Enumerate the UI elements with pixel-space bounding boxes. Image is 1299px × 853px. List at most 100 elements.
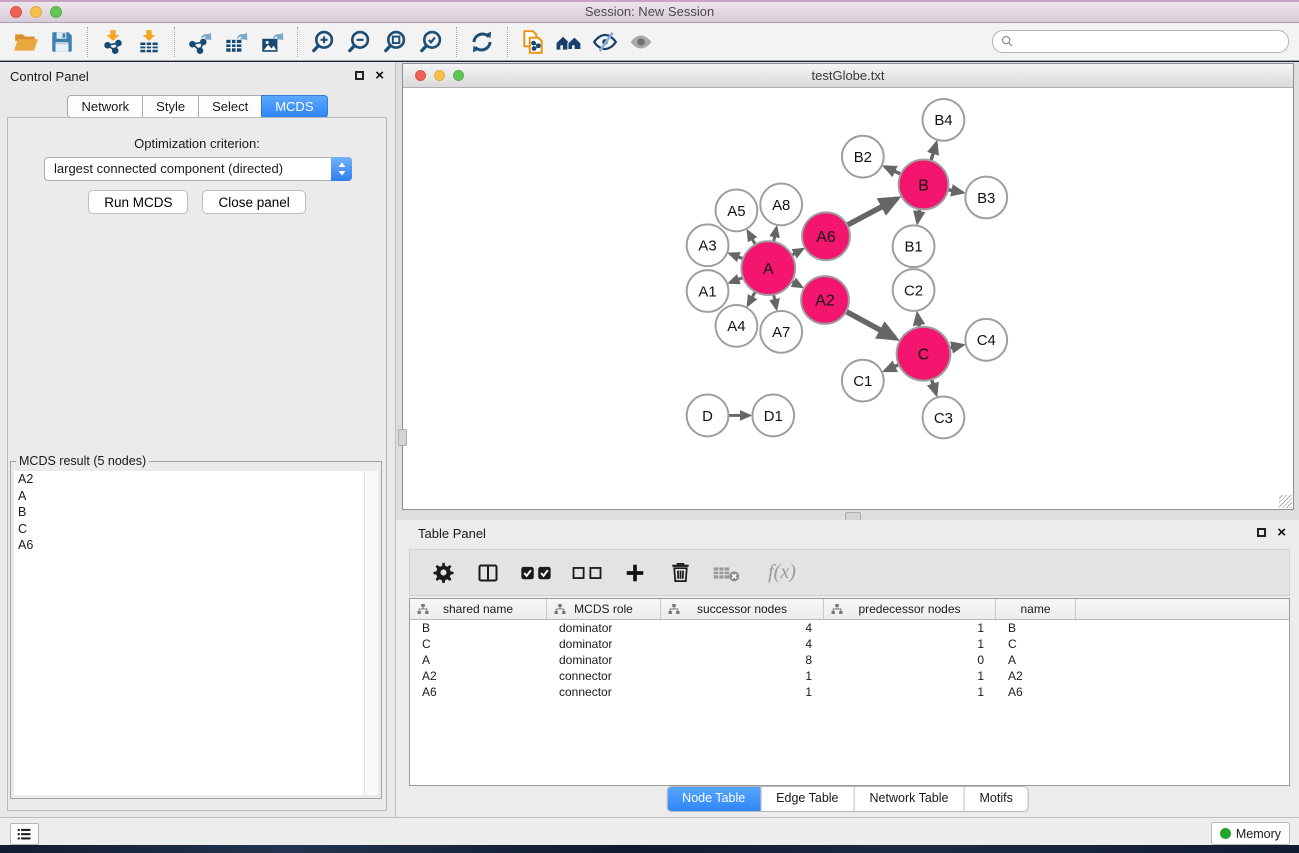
open-session-button[interactable] bbox=[8, 26, 44, 58]
column-header-name[interactable]: name bbox=[996, 599, 1076, 619]
duplicate-network-button[interactable] bbox=[515, 26, 551, 58]
node-C[interactable]: C bbox=[897, 327, 951, 381]
table-row[interactable]: Adominator80A bbox=[410, 652, 1289, 668]
mcds-result-item[interactable]: B bbox=[14, 504, 378, 521]
tab-edge-table[interactable]: Edge Table bbox=[761, 787, 854, 811]
edge-A-A3[interactable] bbox=[730, 254, 743, 259]
edge-A-A5[interactable] bbox=[748, 231, 755, 244]
table-row[interactable]: A6connector11A6 bbox=[410, 684, 1289, 700]
hide-details-button[interactable] bbox=[587, 26, 623, 58]
criterion-dropdown[interactable]: largest connected component (directed) bbox=[44, 157, 352, 181]
mcds-result-item[interactable]: A6 bbox=[14, 537, 378, 554]
node-D[interactable]: D bbox=[687, 395, 729, 437]
node-C2[interactable]: C2 bbox=[893, 269, 935, 311]
column-function-icon[interactable] bbox=[668, 603, 680, 615]
node-C4[interactable]: C4 bbox=[965, 319, 1007, 361]
edge-A6-B[interactable] bbox=[847, 199, 897, 225]
edge-A-A7[interactable] bbox=[774, 295, 777, 309]
zoom-in-button[interactable] bbox=[305, 26, 341, 58]
node-B4[interactable]: B4 bbox=[923, 99, 965, 141]
memory-button[interactable]: Memory bbox=[1211, 822, 1290, 845]
network-graph[interactable]: B4B2BB3A5A8A6A3AB1A1C2A2A4A7CC4C1C3DD1 bbox=[403, 88, 1293, 509]
float-table-panel-icon[interactable] bbox=[1257, 528, 1266, 537]
zoom-out-button[interactable] bbox=[341, 26, 377, 58]
node-A[interactable]: A bbox=[741, 241, 795, 295]
column-function-icon[interactable] bbox=[831, 603, 843, 615]
node-B1[interactable]: B1 bbox=[893, 225, 935, 267]
edge-C-C2[interactable] bbox=[917, 314, 919, 327]
node-A5[interactable]: A5 bbox=[716, 190, 758, 232]
node-B2[interactable]: B2 bbox=[842, 136, 884, 178]
tab-node-table[interactable]: Node Table bbox=[667, 787, 761, 811]
node-A2[interactable]: A2 bbox=[801, 276, 849, 324]
show-panels-button[interactable] bbox=[10, 823, 39, 845]
zoom-selected-button[interactable] bbox=[413, 26, 449, 58]
settings-button[interactable] bbox=[429, 559, 457, 587]
node-A1[interactable]: A1 bbox=[687, 270, 729, 312]
column-function-icon[interactable] bbox=[554, 603, 566, 615]
mcds-result-item[interactable]: A2 bbox=[14, 471, 378, 488]
vertical-splitter-handle[interactable] bbox=[398, 429, 407, 446]
edge-A-A4[interactable] bbox=[748, 292, 755, 305]
node-A7[interactable]: A7 bbox=[760, 311, 802, 353]
delete-table-button[interactable] bbox=[711, 559, 743, 587]
column-header-successor-nodes[interactable]: successor nodes bbox=[661, 599, 824, 619]
column-view-button[interactable] bbox=[474, 559, 502, 587]
node-B3[interactable]: B3 bbox=[965, 177, 1007, 219]
import-table-button[interactable] bbox=[131, 26, 167, 58]
tab-network-table[interactable]: Network Table bbox=[855, 787, 965, 811]
select-all-columns-button[interactable] bbox=[519, 559, 553, 587]
column-header-mcds-role[interactable]: MCDS role bbox=[547, 599, 661, 619]
node-A3[interactable]: A3 bbox=[687, 224, 729, 266]
node-B[interactable]: B bbox=[899, 160, 949, 210]
edge-A-A6[interactable] bbox=[792, 249, 803, 255]
tab-style[interactable]: Style bbox=[142, 95, 198, 118]
zoom-fit-button[interactable] bbox=[377, 26, 413, 58]
tab-mcds[interactable]: MCDS bbox=[261, 95, 327, 118]
column-header-predecessor-nodes[interactable]: predecessor nodes bbox=[824, 599, 996, 619]
edge-A2-C[interactable] bbox=[846, 311, 895, 338]
export-network-button[interactable] bbox=[182, 26, 218, 58]
close-panel-icon[interactable]: × bbox=[375, 70, 384, 82]
deselect-all-columns-button[interactable] bbox=[570, 559, 604, 587]
mcds-result-item[interactable]: C bbox=[14, 521, 378, 538]
table-row[interactable]: Cdominator41C bbox=[410, 636, 1289, 652]
column-header-shared-name[interactable]: shared name bbox=[410, 599, 547, 619]
show-details-button[interactable] bbox=[623, 26, 659, 58]
close-table-panel-icon[interactable]: × bbox=[1277, 527, 1286, 539]
edge-B-B1[interactable] bbox=[917, 209, 919, 222]
save-session-button[interactable] bbox=[44, 26, 80, 58]
refresh-button[interactable] bbox=[464, 26, 500, 58]
edge-A-A8[interactable] bbox=[774, 228, 777, 242]
export-image-button[interactable] bbox=[254, 26, 290, 58]
edge-B-B3[interactable] bbox=[948, 190, 962, 193]
node-C1[interactable]: C1 bbox=[842, 360, 884, 402]
edge-B-B4[interactable] bbox=[931, 143, 936, 161]
node-D1[interactable]: D1 bbox=[752, 395, 794, 437]
mcds-result-item[interactable]: A bbox=[14, 488, 378, 505]
edge-A-A2[interactable] bbox=[792, 281, 802, 287]
delete-column-button[interactable] bbox=[666, 559, 694, 587]
edge-C-C3[interactable] bbox=[932, 379, 937, 394]
node-C3[interactable]: C3 bbox=[923, 397, 965, 439]
window-resize-grip[interactable] bbox=[1279, 495, 1292, 508]
column-function-icon[interactable] bbox=[417, 603, 429, 615]
tab-motifs[interactable]: Motifs bbox=[964, 787, 1027, 811]
search-input[interactable] bbox=[1019, 32, 1280, 51]
function-builder-button[interactable]: f(x) bbox=[760, 559, 802, 587]
node-A4[interactable]: A4 bbox=[716, 305, 758, 347]
export-table-button[interactable] bbox=[218, 26, 254, 58]
tab-select[interactable]: Select bbox=[198, 95, 261, 118]
home-button[interactable] bbox=[551, 26, 587, 58]
node-A8[interactable]: A8 bbox=[760, 184, 802, 226]
edge-B-B2[interactable] bbox=[885, 167, 901, 174]
dropdown-stepper-icon[interactable] bbox=[331, 157, 352, 181]
table-row[interactable]: Bdominator41B bbox=[410, 620, 1289, 636]
edge-A-A1[interactable] bbox=[730, 278, 743, 283]
float-panel-icon[interactable] bbox=[355, 71, 364, 80]
import-network-button[interactable] bbox=[95, 26, 131, 58]
mcds-result-scrollbar[interactable] bbox=[364, 471, 378, 795]
edge-C-C1[interactable] bbox=[885, 365, 899, 371]
table-row[interactable]: A2connector11A2 bbox=[410, 668, 1289, 684]
tab-network[interactable]: Network bbox=[67, 95, 142, 118]
